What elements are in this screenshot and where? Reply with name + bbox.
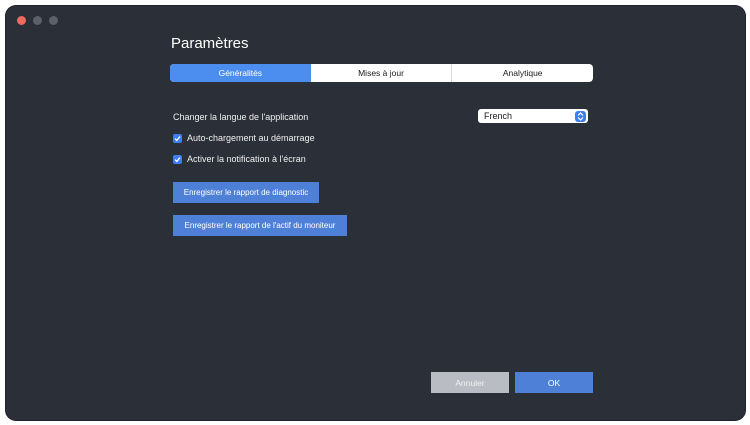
chevron-updown-icon: [575, 110, 586, 122]
checkmark-icon[interactable]: [173, 133, 182, 143]
language-label: Changer la langue de l'application: [173, 112, 309, 122]
save-diagnostic-button[interactable]: Enregistrer le rapport de diagnostic: [173, 182, 319, 203]
settings-window: Paramètres Généralités Mises à jour Anal…: [6, 6, 745, 420]
window-controls: [17, 16, 58, 25]
checkmark-icon[interactable]: [173, 154, 182, 164]
language-select-value: French: [484, 111, 513, 121]
autoload-label: Auto-chargement au démarrage: [187, 133, 315, 143]
notification-option: Activer la notification à l'écran: [173, 154, 306, 164]
close-dot-icon[interactable]: [17, 16, 26, 25]
minimize-dot-icon[interactable]: [33, 16, 42, 25]
tab-bar: Généralités Mises à jour Analytique: [170, 64, 593, 82]
tab-general[interactable]: Généralités: [170, 64, 311, 82]
tab-analytics[interactable]: Analytique: [451, 64, 593, 82]
autoload-option: Auto-chargement au démarrage: [173, 133, 315, 143]
tab-updates[interactable]: Mises à jour: [311, 64, 452, 82]
page-title: Paramètres: [171, 35, 249, 52]
notification-label: Activer la notification à l'écran: [187, 154, 306, 164]
save-asset-report-button[interactable]: Enregistrer le rapport de l'actif du mon…: [173, 215, 347, 236]
ok-button[interactable]: OK: [515, 372, 593, 393]
language-select[interactable]: French: [478, 109, 588, 123]
cancel-button[interactable]: Annuler: [431, 372, 509, 393]
zoom-dot-icon[interactable]: [49, 16, 58, 25]
